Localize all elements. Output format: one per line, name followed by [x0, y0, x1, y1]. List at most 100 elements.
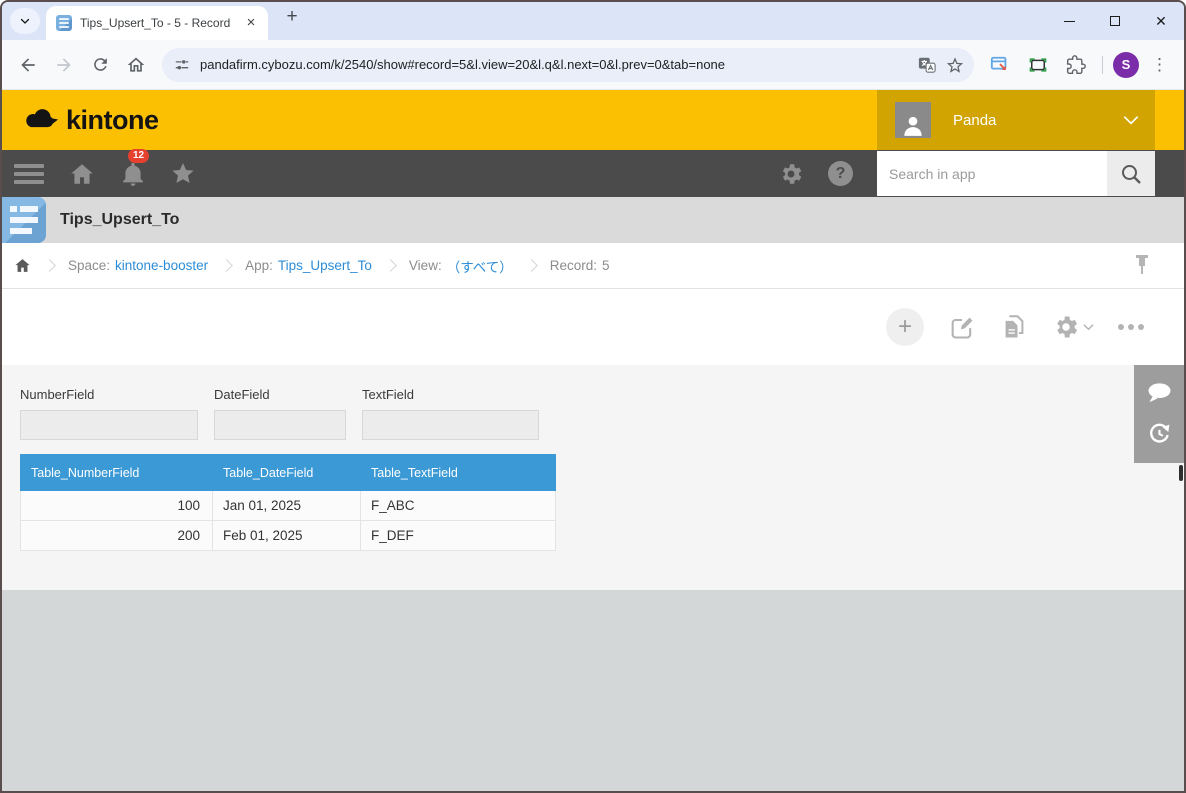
- tab-search-button[interactable]: [10, 8, 40, 34]
- browser-tab[interactable]: Tips_Upsert_To - 5 - Record det ×: [46, 6, 268, 40]
- duplicate-record-button[interactable]: [1000, 313, 1028, 341]
- back-button[interactable]: [12, 49, 44, 81]
- browser-menu-icon[interactable]: ⋮: [1145, 55, 1174, 75]
- site-info-icon[interactable]: [174, 57, 190, 73]
- comment-bubble-icon: [1146, 382, 1173, 404]
- scrollbar-thumb[interactable]: [1179, 465, 1183, 481]
- breadcrumb-app-link[interactable]: Tips_Upsert_To: [278, 258, 372, 273]
- comments-button[interactable]: [1146, 382, 1173, 404]
- breadcrumb-app-label: App:: [245, 258, 273, 273]
- search-button[interactable]: [1107, 151, 1155, 196]
- address-bar[interactable]: pandafirm.cybozu.com/k/2540/show#record=…: [162, 48, 974, 82]
- page-footer: [2, 590, 1184, 791]
- datefield-input[interactable]: [214, 410, 346, 440]
- help-icon[interactable]: ?: [828, 161, 853, 186]
- forward-button[interactable]: [48, 49, 80, 81]
- breadcrumb-home-icon[interactable]: [14, 257, 31, 274]
- change-history-button[interactable]: [1147, 421, 1172, 446]
- tab-strip: Tips_Upsert_To - 5 - Record det × + ✕: [2, 2, 1184, 40]
- record-settings-button[interactable]: [1052, 313, 1094, 341]
- browser-toolbar: pandafirm.cybozu.com/k/2540/show#record=…: [2, 40, 1184, 90]
- breadcrumb-record-value: 5: [602, 258, 610, 273]
- textfield-input[interactable]: [362, 410, 539, 440]
- numberfield-input[interactable]: [20, 410, 198, 440]
- breadcrumb-record-label: Record:: [550, 258, 597, 273]
- window-controls: ✕: [1046, 2, 1184, 40]
- edit-record-button[interactable]: [948, 313, 976, 341]
- app-search: [877, 151, 1155, 196]
- breadcrumb-separator-icon: [220, 259, 233, 272]
- edit-pencil-icon: [948, 313, 976, 341]
- table-row: 200 Feb 01, 2025 F_DEF: [21, 521, 556, 551]
- hamburger-menu-icon[interactable]: [14, 164, 44, 184]
- more-options-button[interactable]: [1118, 324, 1144, 330]
- subtable-header-row: Table_NumberField Table_DateField Table_…: [21, 455, 556, 491]
- extension-icons: S ⋮: [984, 49, 1174, 81]
- pin-icon[interactable]: [1136, 255, 1148, 274]
- user-avatar-icon: [895, 102, 931, 138]
- bookmark-star-icon[interactable]: [946, 56, 964, 74]
- close-button[interactable]: ✕: [1138, 2, 1184, 40]
- app-icon[interactable]: [2, 197, 46, 243]
- table-row: 100 Jan 01, 2025 F_ABC: [21, 491, 556, 521]
- column-header: Table_DateField: [213, 455, 361, 491]
- search-input[interactable]: [877, 151, 1107, 196]
- breadcrumb-separator-icon: [525, 259, 538, 272]
- column-header: Table_TextField: [361, 455, 556, 491]
- window-resizer-extension-icon[interactable]: [984, 49, 1016, 81]
- tab-close-icon[interactable]: ×: [242, 14, 260, 32]
- maximize-button[interactable]: [1092, 2, 1138, 40]
- cell-number: 100: [21, 491, 213, 521]
- user-name: Panda: [953, 112, 996, 129]
- cell-date: Feb 01, 2025: [213, 521, 361, 551]
- url-text: pandafirm.cybozu.com/k/2540/show#record=…: [200, 57, 908, 72]
- new-tab-button[interactable]: +: [278, 4, 306, 32]
- extensions-puzzle-icon[interactable]: [1060, 49, 1092, 81]
- toolbar-divider: [1102, 56, 1103, 74]
- cell-date: Jan 01, 2025: [213, 491, 361, 521]
- record-side-tools: [1134, 365, 1184, 463]
- gear-icon: [1052, 313, 1080, 341]
- history-clock-icon: [1147, 421, 1172, 446]
- portal-home-icon[interactable]: [68, 161, 96, 187]
- tab-title: Tips_Upsert_To - 5 - Record det: [80, 16, 234, 30]
- breadcrumb-view-link[interactable]: （すべて）: [447, 256, 513, 276]
- reload-button[interactable]: [84, 49, 116, 81]
- field-label: TextField: [362, 387, 539, 402]
- field-label: NumberField: [20, 387, 198, 402]
- breadcrumb: Space: kintone-booster App: Tips_Upsert_…: [2, 243, 1184, 289]
- screen-capture-extension-icon[interactable]: [1022, 49, 1054, 81]
- user-menu[interactable]: Panda: [877, 90, 1155, 150]
- field-textfield: TextField: [362, 387, 539, 440]
- browser-window: Tips_Upsert_To - 5 - Record det × + ✕ pa…: [0, 0, 1186, 793]
- minimize-button[interactable]: [1046, 2, 1092, 40]
- notification-count-badge: 12: [128, 149, 149, 163]
- kintone-logo[interactable]: kintone: [22, 105, 159, 136]
- chevron-down-icon: [1123, 115, 1139, 125]
- settings-gear-icon[interactable]: [778, 161, 804, 187]
- favorites-star-icon[interactable]: [170, 161, 196, 187]
- record-subtable: Table_NumberField Table_DateField Table_…: [20, 454, 556, 551]
- profile-avatar[interactable]: S: [1113, 52, 1139, 78]
- home-button[interactable]: [120, 49, 152, 81]
- notifications-bell-icon[interactable]: 12: [120, 161, 146, 187]
- field-label: DateField: [214, 387, 346, 402]
- breadcrumb-separator-icon: [43, 259, 56, 272]
- translate-icon[interactable]: [918, 56, 936, 74]
- record-toolbar: +: [2, 289, 1184, 365]
- add-record-button[interactable]: +: [886, 308, 924, 346]
- breadcrumb-space-link[interactable]: kintone-booster: [115, 258, 208, 273]
- field-numberfield: NumberField: [20, 387, 198, 440]
- cell-number: 200: [21, 521, 213, 551]
- record-fields: NumberField DateField TextField: [20, 387, 1184, 440]
- field-datefield: DateField: [214, 387, 346, 440]
- app-title-bar: Tips_Upsert_To: [2, 197, 1184, 243]
- breadcrumb-space-label: Space:: [68, 258, 110, 273]
- app-title: Tips_Upsert_To: [60, 211, 179, 229]
- kintone-logo-text: kintone: [66, 105, 159, 136]
- gnav-right: ?: [778, 151, 1184, 196]
- chevron-down-icon: [1083, 323, 1094, 331]
- breadcrumb-separator-icon: [384, 259, 397, 272]
- breadcrumb-view-label: View:: [409, 258, 442, 273]
- kintone-cloud-icon: [22, 105, 60, 135]
